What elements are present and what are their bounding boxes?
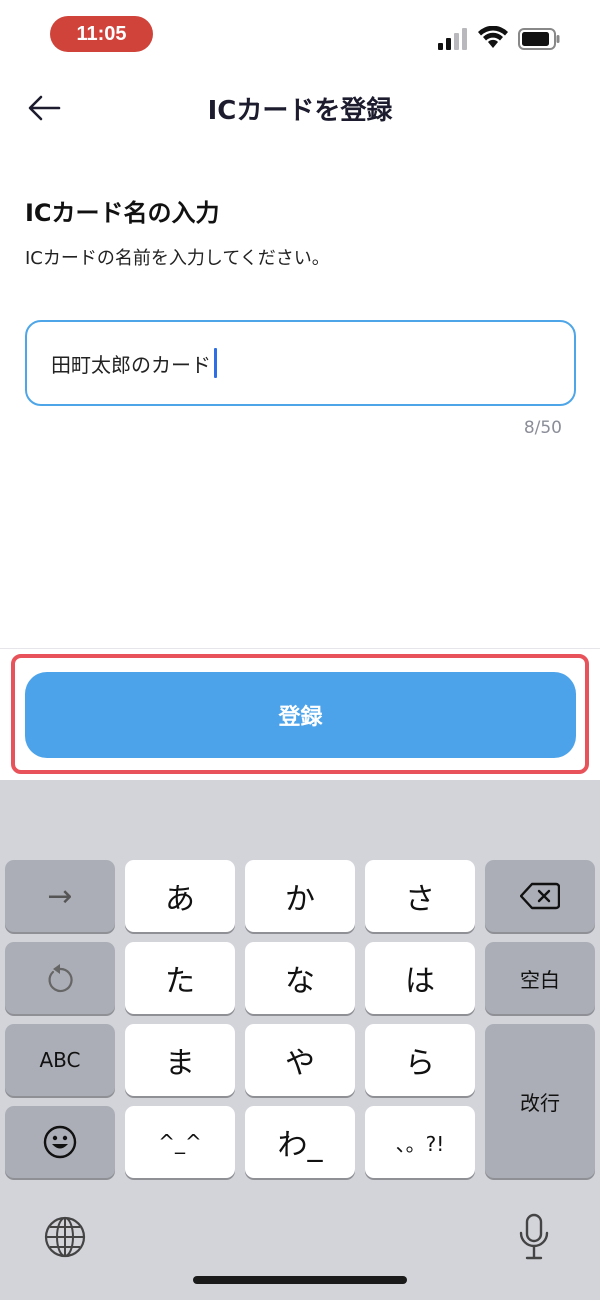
key-sa[interactable]: さ	[365, 860, 475, 932]
globe-button[interactable]	[42, 1214, 88, 1260]
register-button[interactable]: 登録	[25, 672, 576, 758]
key-arrow-right-label: →	[47, 878, 73, 914]
keyboard: → あ か さ た な は 空白 ABC ま や ら 改行 ^_^ わ_ 、。?…	[0, 780, 600, 1300]
character-count: 8/50	[523, 418, 562, 438]
battery-icon	[518, 28, 560, 50]
register-button-area: 登録	[0, 648, 600, 780]
key-ya[interactable]: や	[245, 1024, 355, 1096]
key-ra[interactable]: ら	[365, 1024, 475, 1096]
emoji-key[interactable]	[5, 1106, 115, 1178]
key-wa[interactable]: わ_	[245, 1106, 355, 1178]
home-indicator	[193, 1276, 407, 1284]
abc-key[interactable]: ABC	[5, 1024, 115, 1096]
key-ta[interactable]: た	[125, 942, 235, 1014]
space-key[interactable]: 空白	[485, 942, 595, 1014]
key-arrow-right[interactable]: →	[5, 860, 115, 932]
section-title: ICカード名の入力	[25, 199, 220, 227]
key-ha[interactable]: は	[365, 942, 475, 1014]
status-time: 11:05	[50, 16, 153, 52]
delete-key[interactable]	[485, 860, 595, 932]
card-name-input[interactable]: 田町太郎のカード	[25, 320, 576, 406]
page-title: ICカードを登録	[207, 96, 393, 126]
signal-icon	[438, 28, 467, 50]
key-punctuation[interactable]: 、。?!	[365, 1106, 475, 1178]
key-ka[interactable]: か	[245, 860, 355, 932]
section-description: ICカードの名前を入力してください。	[25, 248, 330, 269]
delete-icon	[520, 882, 560, 910]
card-name-value: 田町太郎のカード	[51, 352, 211, 377]
text-caret	[214, 348, 217, 378]
key-kaomoji[interactable]: ^_^	[125, 1106, 235, 1178]
status-bar: 11:05	[0, 0, 600, 70]
return-key[interactable]: 改行	[485, 1024, 595, 1178]
nav-bar: ICカードを登録	[0, 70, 600, 146]
emoji-icon	[43, 1125, 77, 1159]
microphone-icon	[519, 1213, 549, 1260]
globe-icon	[44, 1216, 86, 1258]
microphone-button[interactable]	[514, 1212, 554, 1262]
key-na[interactable]: な	[245, 942, 355, 1014]
key-a[interactable]: あ	[125, 860, 235, 932]
undo-icon	[48, 964, 73, 993]
key-ma[interactable]: ま	[125, 1024, 235, 1096]
wifi-icon	[478, 26, 508, 48]
undo-key[interactable]	[5, 942, 115, 1014]
